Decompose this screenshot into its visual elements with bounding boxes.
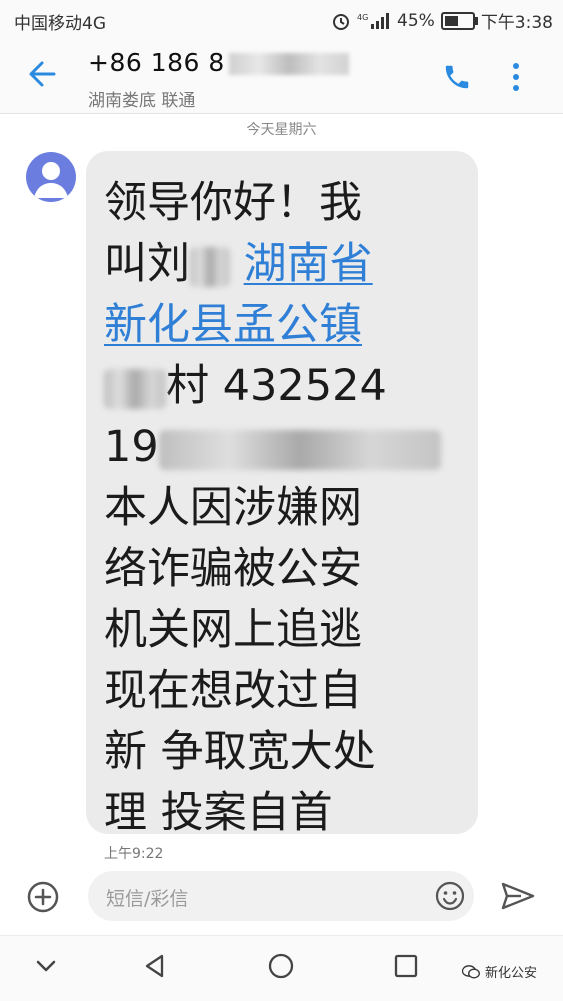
status-icons: 4G 45% 下午3:38 — [331, 8, 553, 33]
more-vertical-icon[interactable] — [506, 60, 526, 94]
chevron-down-icon[interactable] — [34, 956, 58, 976]
arrow-left-icon[interactable] — [24, 56, 60, 92]
message-line: 新化县孟公镇 — [104, 295, 441, 356]
date-separator: 今天星期六 — [246, 122, 317, 138]
message-text: 领导你好！我 叫刘 湖南省 新化县孟公镇 村 432524 19 本人因涉嫌网 … — [104, 173, 441, 844]
message-line: 新 争取宽大处 — [104, 722, 441, 783]
message-line-text: 村 432524 — [166, 361, 387, 411]
message-line-text: 19 — [104, 422, 159, 472]
battery-icon — [440, 11, 478, 30]
system-nav-bar: 新化公安 — [0, 935, 563, 1001]
message-line-text: 现在想改过自 — [104, 666, 362, 716]
message-line-text: 理 投案自首 — [104, 788, 333, 838]
conversation-header: +86 186 8 湖南娄底 联通 — [0, 36, 563, 114]
message-line: 机关网上追逃 — [104, 600, 441, 661]
contact-number: +86 186 8 — [88, 48, 349, 77]
message-line: 本人因涉嫌网 — [104, 478, 441, 539]
message-line: 叫刘 湖南省 — [104, 234, 441, 295]
battery-percent: 45% — [397, 10, 435, 31]
carrier-label: 中国移动4G — [14, 14, 106, 34]
message-line-text: 机关网上追逃 — [104, 605, 362, 655]
nav-back-icon[interactable] — [140, 951, 170, 981]
message-line-text: 络诈骗被公安 — [104, 544, 362, 594]
message-line: 19 — [104, 417, 441, 478]
avatar[interactable] — [26, 152, 76, 202]
message-bubble[interactable]: 领导你好！我 叫刘 湖南省 新化县孟公镇 村 432524 19 本人因涉嫌网 … — [86, 151, 478, 838]
alarm-icon — [333, 13, 350, 30]
phone-icon[interactable] — [442, 62, 472, 92]
message-timestamp: 上午9:22 — [104, 846, 164, 862]
nav-recents-icon[interactable] — [393, 953, 419, 979]
compose-bar: 短信/彩信 — [0, 866, 563, 926]
message-line-text: 新 争取宽大处 — [104, 727, 376, 777]
redacted-id-number — [158, 429, 441, 470]
message-line: 现在想改过自 — [104, 661, 441, 722]
address-link[interactable]: 湖南省 — [244, 239, 373, 289]
message-line: 络诈骗被公安 — [104, 539, 441, 600]
send-icon[interactable] — [500, 880, 536, 912]
redacted-village — [104, 368, 166, 409]
svg-text:4G: 4G — [357, 13, 368, 22]
redacted-name — [190, 246, 230, 287]
contact-location: 湖南娄底 联通 — [88, 91, 196, 111]
smiley-icon[interactable] — [434, 880, 466, 912]
message-line-text: 本人因涉嫌网 — [104, 483, 362, 533]
watermark-text: 新化公安 — [485, 966, 538, 981]
message-line: 村 432524 — [104, 356, 441, 417]
redacted-number — [228, 53, 349, 75]
watermark: 新化公安 — [462, 962, 537, 981]
4g-signal-icon: 4G — [357, 12, 390, 29]
message-input[interactable]: 短信/彩信 — [88, 871, 474, 921]
status-time: 下午3:38 — [480, 13, 553, 33]
message-input-placeholder: 短信/彩信 — [106, 888, 189, 910]
message-line: 领导你好！我 — [104, 173, 441, 234]
contact-number-text: +86 186 8 — [88, 48, 225, 77]
address-link[interactable]: 新化县孟公镇 — [104, 300, 362, 350]
message-line: 理 投案自首 — [104, 783, 441, 844]
nav-home-icon[interactable] — [266, 951, 296, 981]
wechat-logo-icon — [462, 964, 480, 978]
message-line-text: 领导你好！我 — [104, 178, 362, 228]
header-divider — [0, 113, 563, 114]
status-bar: 中国移动4G 4G 45% 下午3:38 — [0, 0, 563, 36]
person-icon — [34, 162, 68, 198]
message-line-text: 叫刘 — [104, 239, 190, 289]
plus-circle-icon[interactable] — [26, 880, 60, 914]
